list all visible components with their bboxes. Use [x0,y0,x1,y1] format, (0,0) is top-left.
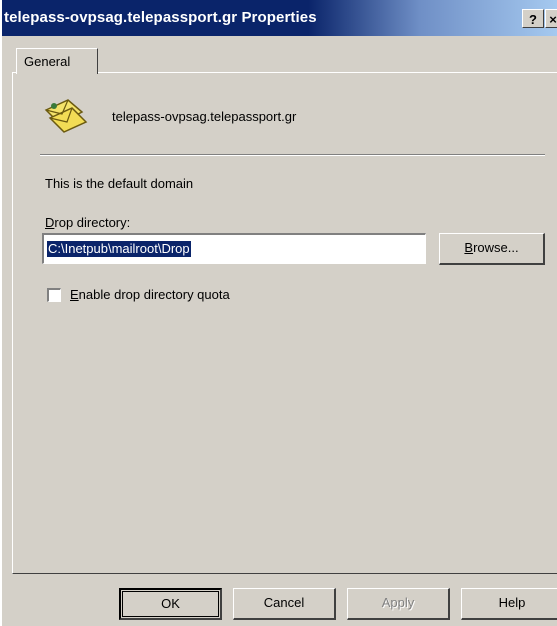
drop-directory-label-rest: rop directory: [54,215,131,230]
browse-accel: B [464,240,474,255]
quota-checkbox[interactable] [47,288,61,302]
cancel-button[interactable]: Cancel [233,588,336,620]
help-button[interactable]: Help [461,588,557,620]
drop-directory-accel: D [45,215,55,230]
close-button[interactable]: × [545,9,557,28]
browse-button[interactable]: Browse... [439,233,545,265]
tab-panel-general [12,72,557,574]
separator [40,154,545,156]
drop-directory-value: C:\Inetpub\mailroot\Drop [47,241,191,257]
title-bar[interactable]: telepass-ovpsag.telepassport.gr Properti… [2,0,557,36]
quota-checkbox-label[interactable]: Enable drop directory quota [70,287,230,302]
ok-button[interactable]: OK [119,588,222,620]
drop-directory-input[interactable]: C:\Inetpub\mailroot\Drop [42,233,426,264]
apply-button[interactable]: Apply [347,588,450,620]
tab-general-label: General [24,54,71,69]
domain-envelope-icon [44,99,88,133]
properties-dialog: telepass-ovpsag.telepassport.gr Properti… [0,0,557,626]
default-domain-text: This is the default domain [45,176,194,191]
help-title-button[interactable]: ? [522,9,544,28]
browse-label-rest: rowse... [473,240,519,255]
domain-name-text: telepass-ovpsag.telepassport.gr [112,109,297,124]
drop-directory-label: Drop directory: [45,215,130,230]
window-title: telepass-ovpsag.telepassport.gr Properti… [4,9,317,26]
quota-label-rest: nable drop directory quota [78,287,230,302]
tab-general[interactable]: General [16,48,98,74]
quota-accel: E [70,287,79,302]
